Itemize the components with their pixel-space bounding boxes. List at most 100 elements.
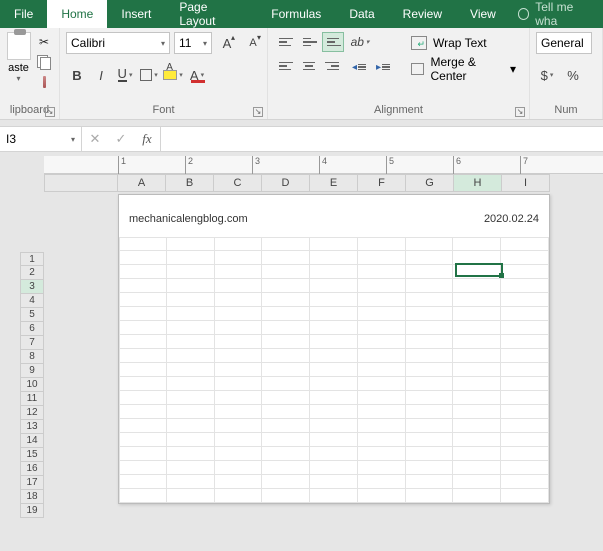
cell[interactable] bbox=[310, 349, 358, 363]
cell[interactable] bbox=[501, 335, 549, 349]
cell[interactable] bbox=[358, 461, 406, 475]
align-bottom-button[interactable] bbox=[322, 32, 344, 52]
cell[interactable] bbox=[310, 265, 358, 279]
cell[interactable] bbox=[406, 489, 454, 503]
cell[interactable] bbox=[310, 321, 358, 335]
cell[interactable] bbox=[406, 461, 454, 475]
tab-review[interactable]: Review bbox=[389, 0, 456, 28]
cell[interactable] bbox=[453, 391, 501, 405]
font-launcher[interactable]: ↘ bbox=[253, 107, 263, 117]
row-header-19[interactable]: 19 bbox=[20, 504, 44, 518]
tab-home[interactable]: Home bbox=[47, 0, 107, 28]
cell[interactable] bbox=[501, 461, 549, 475]
cell[interactable] bbox=[262, 251, 310, 265]
cell[interactable] bbox=[167, 447, 215, 461]
cell[interactable] bbox=[310, 391, 358, 405]
column-header-C[interactable]: C bbox=[214, 174, 262, 192]
cell[interactable] bbox=[215, 251, 263, 265]
cell[interactable] bbox=[262, 461, 310, 475]
cell[interactable] bbox=[119, 391, 167, 405]
cell[interactable] bbox=[215, 307, 263, 321]
cell[interactable] bbox=[453, 349, 501, 363]
cell[interactable] bbox=[215, 293, 263, 307]
row-header-11[interactable]: 11 bbox=[20, 392, 44, 406]
cell[interactable] bbox=[501, 237, 549, 251]
row-header-3[interactable]: 3 bbox=[20, 280, 44, 294]
cell[interactable] bbox=[119, 433, 167, 447]
cell[interactable] bbox=[501, 489, 549, 503]
row-header-1[interactable]: 1 bbox=[20, 252, 44, 266]
cell[interactable] bbox=[453, 307, 501, 321]
cell[interactable] bbox=[262, 475, 310, 489]
name-box[interactable]: I3▾ bbox=[0, 127, 82, 151]
cell[interactable] bbox=[167, 349, 215, 363]
cell[interactable] bbox=[167, 489, 215, 503]
column-header-F[interactable]: F bbox=[358, 174, 406, 192]
cell[interactable] bbox=[453, 321, 501, 335]
cell[interactable] bbox=[215, 237, 263, 251]
row-header-15[interactable]: 15 bbox=[20, 448, 44, 462]
cell[interactable] bbox=[215, 349, 263, 363]
cell[interactable] bbox=[215, 321, 263, 335]
cell[interactable] bbox=[119, 447, 167, 461]
cell[interactable] bbox=[358, 279, 406, 293]
cell[interactable] bbox=[167, 391, 215, 405]
cell[interactable] bbox=[215, 391, 263, 405]
tell-me-box[interactable]: Tell me wha bbox=[510, 0, 603, 28]
align-top-button[interactable] bbox=[274, 32, 296, 52]
cell[interactable] bbox=[310, 377, 358, 391]
cell[interactable] bbox=[453, 251, 501, 265]
font-name-combo[interactable]: Calibri▾ bbox=[66, 32, 170, 54]
cell[interactable] bbox=[406, 335, 454, 349]
fx-button[interactable]: fx bbox=[134, 131, 160, 147]
cell[interactable] bbox=[262, 405, 310, 419]
cell[interactable] bbox=[167, 405, 215, 419]
cell[interactable] bbox=[310, 433, 358, 447]
cell[interactable] bbox=[119, 419, 167, 433]
cell[interactable] bbox=[406, 265, 454, 279]
cell[interactable] bbox=[310, 279, 358, 293]
cell[interactable] bbox=[501, 377, 549, 391]
cell[interactable] bbox=[262, 265, 310, 279]
column-header-A[interactable]: A bbox=[118, 174, 166, 192]
cell[interactable] bbox=[358, 419, 406, 433]
row-header-6[interactable]: 6 bbox=[20, 322, 44, 336]
cell[interactable] bbox=[358, 377, 406, 391]
column-header-B[interactable]: B bbox=[166, 174, 214, 192]
cell[interactable] bbox=[167, 293, 215, 307]
cell[interactable] bbox=[501, 391, 549, 405]
select-all-corner[interactable] bbox=[44, 174, 118, 192]
cell[interactable] bbox=[501, 433, 549, 447]
border-button[interactable]: ▾ bbox=[138, 64, 160, 86]
tab-view[interactable]: View bbox=[456, 0, 510, 28]
formula-input[interactable] bbox=[161, 127, 603, 151]
cell[interactable] bbox=[358, 293, 406, 307]
cell[interactable] bbox=[262, 377, 310, 391]
cancel-button[interactable]: ✕ bbox=[82, 131, 108, 147]
align-left-button[interactable] bbox=[274, 56, 296, 76]
cell[interactable] bbox=[453, 461, 501, 475]
cell[interactable] bbox=[358, 335, 406, 349]
cell[interactable] bbox=[406, 363, 454, 377]
cell[interactable] bbox=[167, 307, 215, 321]
cell[interactable] bbox=[119, 265, 167, 279]
cell[interactable] bbox=[215, 405, 263, 419]
font-color-button[interactable]: A▾ bbox=[186, 64, 208, 86]
cell[interactable] bbox=[119, 489, 167, 503]
row-header-12[interactable]: 12 bbox=[20, 406, 44, 420]
cell[interactable] bbox=[358, 475, 406, 489]
cell[interactable] bbox=[501, 251, 549, 265]
cell[interactable] bbox=[406, 475, 454, 489]
tab-formulas[interactable]: Formulas bbox=[257, 0, 335, 28]
row-header-7[interactable]: 7 bbox=[20, 336, 44, 350]
cell[interactable] bbox=[262, 433, 310, 447]
cell[interactable] bbox=[453, 265, 501, 279]
cell[interactable] bbox=[310, 307, 358, 321]
copy-button[interactable] bbox=[35, 54, 53, 70]
percent-button[interactable]: % bbox=[562, 64, 584, 86]
cell-grid[interactable] bbox=[119, 237, 549, 503]
format-painter-button[interactable] bbox=[35, 74, 53, 90]
cell[interactable] bbox=[119, 335, 167, 349]
increase-indent-button[interactable]: ▸ bbox=[372, 56, 394, 78]
decrease-indent-button[interactable]: ◂ bbox=[348, 56, 370, 78]
